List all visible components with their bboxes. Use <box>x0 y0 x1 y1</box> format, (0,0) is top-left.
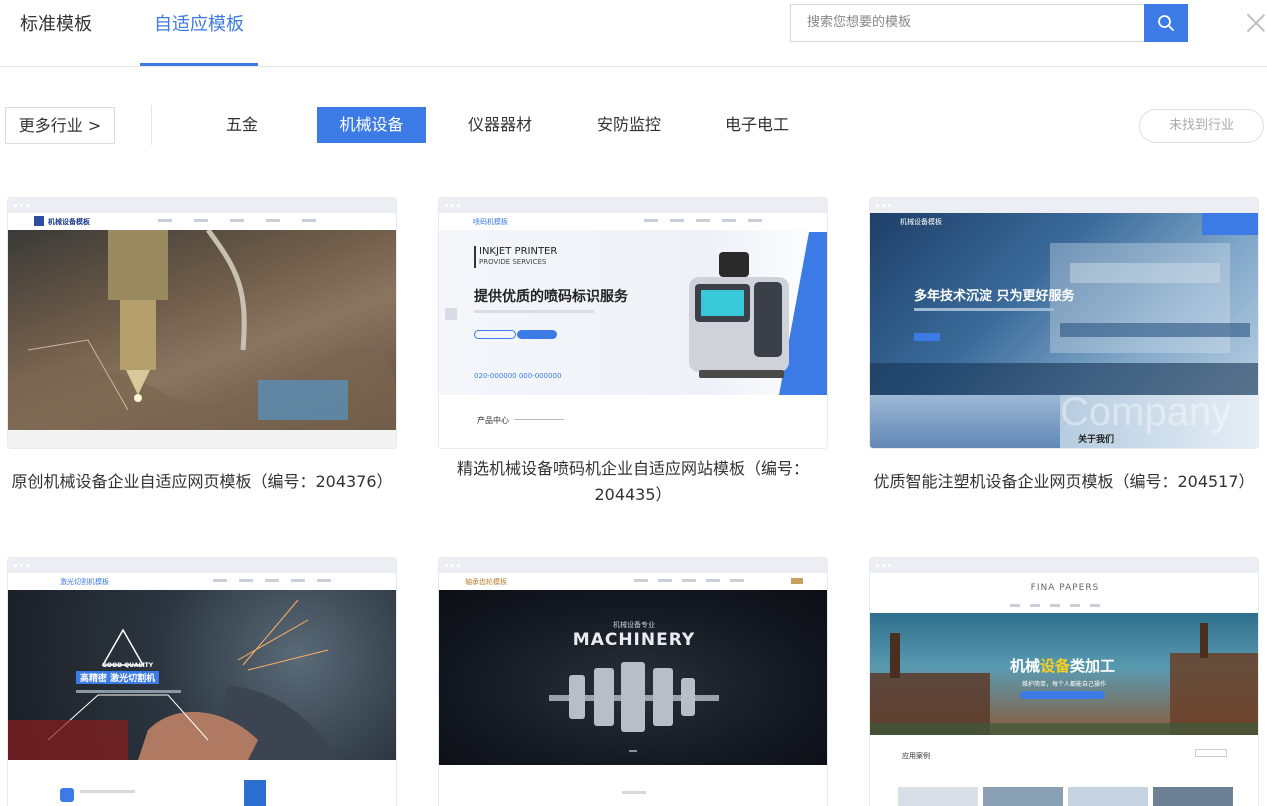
search-button[interactable] <box>1144 4 1188 42</box>
factory-banner: 机械设备模板 多年技术沉淀 只为更好服务 <box>870 213 1258 395</box>
search-icon <box>1158 15 1174 31</box>
industry-security[interactable]: 安防监控 <box>589 107 669 143</box>
template-preview[interactable]: 喷码机模板 INKJET PRINTER PROVIDE SERVICES 提供… <box>438 197 828 449</box>
template-caption[interactable]: 原创机械设备企业自适应网页模板（编号：204376） <box>0 469 407 495</box>
browser-chrome <box>870 198 1258 213</box>
template-preview[interactable]: 激光切割机模板 GOOD QUALITY 高精密 激光切割机 <box>7 557 397 806</box>
preview-nav: 机械设备模板 <box>8 213 396 230</box>
template-preview[interactable]: 轴承齿轮模板 机械设备专业 MACHINERY <box>438 557 828 806</box>
laser-cutter-photo <box>8 230 396 430</box>
template-preview[interactable]: FINA PAPERS 机械设备类加工 维护简单，每个人都能自己操作 应用案例 <box>869 557 1259 806</box>
gear-shaft-image <box>549 662 719 752</box>
inkjet-printer-image <box>689 232 827 395</box>
sparks-image <box>8 599 338 760</box>
laser-head-image <box>8 230 396 430</box>
preview-nav: 激光切割机模板 <box>8 573 396 590</box>
preview-nav: 喷码机模板 <box>439 213 827 230</box>
browser-chrome <box>870 558 1258 573</box>
top-bar: 标准模板 自适应模板 搜索您想要的模板 <box>0 0 1267 67</box>
factory-sunset-banner: 机械设备类加工 维护简单，每个人都能自己操作 <box>870 613 1258 735</box>
browser-chrome <box>439 198 827 213</box>
machinery-banner: 机械设备专业 MACHINERY <box>439 590 827 765</box>
machine-image <box>870 243 1258 395</box>
industry-hardware[interactable]: 五金 <box>212 107 272 143</box>
search-input[interactable]: 搜索您想要的模板 <box>790 4 1144 42</box>
preview-nav: 轴承齿轮模板 <box>439 573 827 590</box>
browser-chrome <box>8 198 396 213</box>
template-preview[interactable]: 机械设备模板 多年技术沉淀 只为更好服务 Company 关于我们 <box>869 197 1259 449</box>
browser-chrome <box>8 558 396 573</box>
browser-chrome <box>439 558 827 573</box>
template-preview[interactable]: 机械设备模板 <box>7 197 397 449</box>
divider <box>151 105 152 145</box>
preview-logo: 机械设备模板 <box>48 218 90 226</box>
inkjet-banner: INKJET PRINTER PROVIDE SERVICES 提供优质的喷码标… <box>439 230 827 395</box>
laser-cutting-banner: GOOD QUALITY 高精密 激光切割机 <box>8 590 396 760</box>
industry-machinery[interactable]: 机械设备 <box>317 107 426 143</box>
industry-electronics[interactable]: 电子电工 <box>717 107 797 143</box>
industry-not-found-button[interactable]: 未找到行业 <box>1139 109 1264 143</box>
tab-adaptive-templates[interactable]: 自适应模板 <box>140 12 258 66</box>
tab-standard-templates[interactable]: 标准模板 <box>20 12 92 66</box>
more-industries-button[interactable]: 更多行业 > <box>5 107 115 144</box>
template-caption[interactable]: 优质智能注塑机设备企业网页模板（编号：204517） <box>859 469 1267 495</box>
close-icon[interactable] <box>1244 10 1267 34</box>
industry-instruments[interactable]: 仪器器材 <box>460 107 540 143</box>
template-caption[interactable]: 精选机械设备喷码机企业自适应网站模板（编号：204435） <box>428 456 838 508</box>
